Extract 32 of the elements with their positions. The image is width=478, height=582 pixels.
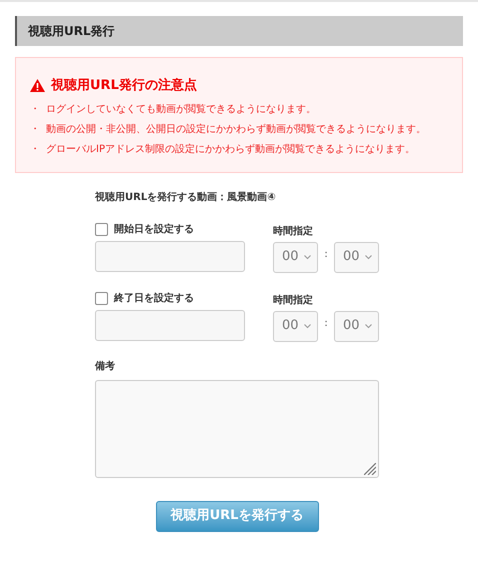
time-select[interactable]: 00 — [334, 310, 379, 342]
submit-button[interactable]: 視聴用URLを発行する — [156, 500, 318, 532]
warning-icon — [30, 79, 45, 92]
notice-item: 動画の公開・非公開、公開日の設定にかかわらず動画が閲覧できるようになります。 — [46, 122, 426, 136]
notice-item: ログインしていなくても動画が閲覧できるようになります。 — [46, 102, 316, 116]
time-label: 時間指定 — [273, 224, 314, 238]
date-field[interactable] — [95, 310, 245, 340]
notes-field[interactable] — [95, 380, 379, 478]
chevron-down-icon — [304, 254, 311, 260]
resize-grip-icon — [364, 462, 376, 474]
checkbox[interactable] — [95, 222, 108, 236]
notes-label: 備考 — [95, 360, 116, 374]
notice-item: グローバルIPアドレス制限の設定にかかわらず動画が閲覧できるようになります。 — [46, 142, 415, 156]
bullet: ・ — [30, 122, 41, 136]
target-video-label: 視聴用URLを発行する動画：風景動画④ — [95, 190, 277, 204]
bullet: ・ — [30, 142, 41, 156]
checkbox-label: 開始日を設定する — [114, 222, 194, 236]
checkbox-label: 終了日を設定する — [114, 291, 194, 306]
time-select[interactable]: 00 — [273, 310, 318, 342]
time-separator: : — [324, 316, 328, 330]
date-field[interactable] — [95, 240, 245, 272]
section-header: 視聴用URL発行 — [15, 16, 463, 46]
chevron-down-icon — [365, 324, 372, 328]
time-separator: : — [324, 248, 328, 262]
time-select[interactable]: 00 — [273, 242, 318, 272]
time-label: 時間指定 — [273, 294, 314, 306]
checkbox[interactable] — [95, 292, 108, 304]
chevron-down-icon — [304, 324, 311, 328]
chevron-down-icon — [365, 254, 372, 260]
time-select[interactable]: 00 — [334, 242, 379, 272]
bullet: ・ — [30, 102, 41, 116]
notice-title: 視聴用URL発行の注意点 — [51, 76, 197, 95]
